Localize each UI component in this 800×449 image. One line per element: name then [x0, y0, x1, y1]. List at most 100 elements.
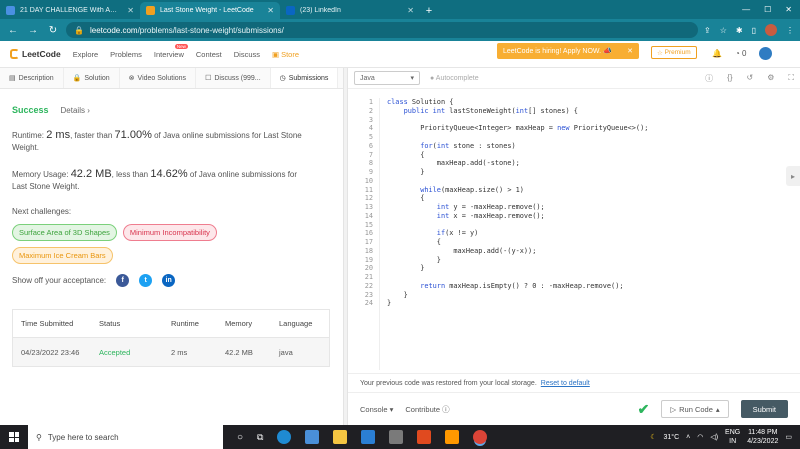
edge-icon[interactable] [277, 430, 292, 444]
tab-solution[interactable]: 🔒 Solution [64, 68, 120, 88]
code-line[interactable] [387, 116, 648, 125]
autocomplete-toggle[interactable]: ● Autocomplete [430, 75, 479, 82]
challenge-chip[interactable]: Maximum Ice Cream Bars [12, 247, 113, 264]
reset-icon[interactable]: ↺ [747, 73, 754, 84]
tab-close-icon[interactable]: ✕ [127, 6, 134, 15]
code-line[interactable]: for(int stone : stones) [387, 142, 648, 151]
code-line[interactable]: } [387, 168, 648, 177]
language-select[interactable]: Java ▾ [354, 71, 420, 85]
challenge-chip[interactable]: Surface Area of 3D Shapes [12, 224, 117, 241]
nav-contest[interactable]: Contest [196, 50, 222, 59]
tab-discuss[interactable]: ☐ Discuss (999... [196, 68, 271, 88]
nav-discuss[interactable]: Discuss [234, 50, 260, 59]
submit-button[interactable]: Submit [740, 400, 788, 418]
tab-description[interactable]: ▤ Description [0, 68, 64, 88]
office-icon[interactable] [417, 430, 432, 444]
code-line[interactable]: } [387, 256, 648, 265]
tab-video-solutions[interactable]: ⊗ Video Solutions [120, 68, 197, 88]
code-line[interactable] [387, 273, 648, 282]
challenge-chip[interactable]: Minimum Incompatibility [122, 224, 217, 241]
code-line[interactable]: { [387, 238, 648, 247]
streak-icon[interactable]: ◔ 0 [735, 49, 747, 58]
code-line[interactable]: PriorityQueue<Integer> maxHeap = new Pri… [387, 124, 648, 133]
maximize-icon[interactable]: ☐ [764, 5, 771, 14]
tab-submissions[interactable]: ◷ Submissions [270, 68, 339, 88]
start-button[interactable] [0, 425, 28, 449]
side-panel-toggle[interactable]: ▸ [786, 166, 800, 186]
share-icon[interactable]: ⇪ [704, 26, 711, 35]
braces-icon[interactable]: {} [727, 73, 732, 84]
lang-indicator[interactable]: ENG IN [725, 428, 740, 446]
tray-chevron-icon[interactable]: ˄ [686, 434, 690, 441]
code-line[interactable]: } [387, 291, 648, 300]
browser-tab[interactable]: (23) LinkedIn ✕ [280, 2, 420, 19]
nav-explore[interactable]: Explore [73, 50, 98, 59]
leetcode-logo[interactable]: LeetCode [10, 49, 61, 59]
back-icon[interactable]: ← [6, 25, 20, 36]
code-line[interactable]: if(x != y) [387, 229, 648, 238]
weather-temp[interactable]: 31°C [663, 434, 679, 441]
store-app-icon[interactable] [305, 430, 320, 444]
notification-icon[interactable]: ▭ [785, 433, 792, 441]
code-line[interactable]: } [387, 264, 648, 273]
reload-icon[interactable]: ↻ [46, 25, 60, 36]
profile-avatar[interactable] [765, 24, 777, 36]
volume-icon[interactable]: ◁) [710, 433, 718, 441]
code-line[interactable]: } [387, 299, 648, 308]
facebook-icon[interactable]: f [116, 274, 130, 287]
code-line[interactable]: public int lastStoneWeight(int[] stones)… [387, 107, 648, 116]
console-button[interactable]: Console ▾ [360, 405, 393, 414]
browser-tab[interactable]: 21 DAY CHALLENGE With Aman ✕ [0, 2, 140, 19]
code-line[interactable]: { [387, 151, 648, 160]
code-line[interactable]: maxHeap.add(-stone); [387, 159, 648, 168]
clock[interactable]: 11:48 PM 4/23/2022 [747, 428, 778, 446]
table-row[interactable]: 04/23/2022 23:46 Accepted 2 ms 42.2 MB j… [13, 338, 329, 366]
linkedin-icon[interactable]: in [162, 274, 176, 287]
user-avatar[interactable] [759, 47, 773, 60]
taskbar-search[interactable]: ⚲ Type here to search [28, 425, 223, 449]
close-window-icon[interactable]: ✕ [785, 5, 792, 14]
tab-close-icon[interactable]: ✕ [267, 6, 274, 15]
nav-problems[interactable]: Problems [110, 50, 142, 59]
hiring-banner[interactable]: LeetCode is hiring! Apply NOW. 📣 ✕ [497, 43, 639, 59]
code-line[interactable] [387, 221, 648, 230]
file-explorer-icon[interactable] [333, 430, 348, 444]
browser-tab[interactable]: Last Stone Weight - LeetCode ✕ [140, 2, 280, 19]
code-line[interactable]: while(maxHeap.size() > 1) [387, 186, 648, 195]
forward-icon[interactable]: → [26, 25, 40, 36]
chrome-icon[interactable] [473, 430, 488, 444]
task-view-icon[interactable]: ⧉ [257, 432, 263, 443]
contribute-button[interactable]: Contribute ⓘ [405, 404, 449, 415]
code-line[interactable]: { [387, 194, 648, 203]
code-line[interactable]: int y = -maxHeap.remove(); [387, 203, 648, 212]
code-line[interactable]: int x = -maxHeap.remove(); [387, 212, 648, 221]
sublime-icon[interactable] [445, 430, 460, 444]
nav-store[interactable]: ▣ Store [272, 50, 299, 59]
code-line[interactable]: return maxHeap.isEmpty() ? 0 : -maxHeap.… [387, 282, 648, 291]
network-icon[interactable]: ◠ [697, 433, 703, 441]
url-field[interactable]: 🔒 leetcode.com/problems/last-stone-weigh… [66, 22, 699, 38]
details-link[interactable]: Details › [61, 106, 90, 115]
cortana-icon[interactable]: ○ [237, 432, 243, 443]
settings-icon[interactable]: ⚙ [767, 73, 774, 84]
code-editor[interactable]: 1 2 3 4 5 6 7 8 9 10 11 12 13 14 15 16 17 18 19 20 21 22 23 24 … [348, 92, 800, 370]
sidepanel-icon[interactable]: ▯ [752, 26, 756, 35]
extension-icon[interactable]: ✱ [736, 26, 743, 35]
camera-icon[interactable] [389, 430, 404, 444]
cell-status[interactable]: Accepted [99, 348, 171, 357]
code-lines[interactable]: class Solution { public int lastStoneWei… [387, 98, 648, 308]
fullscreen-icon[interactable]: ⛶ [788, 73, 794, 84]
code-line[interactable] [387, 177, 648, 186]
reset-default-link[interactable]: Reset to default [541, 380, 590, 387]
tab-close-icon[interactable]: ✕ [407, 6, 414, 15]
twitter-icon[interactable]: t [139, 274, 153, 287]
minimize-icon[interactable]: — [742, 5, 750, 14]
info-icon[interactable]: ⓘ [705, 73, 713, 84]
new-tab-button[interactable]: + [420, 2, 438, 19]
mail-icon[interactable] [361, 430, 376, 444]
close-banner-icon[interactable]: ✕ [627, 47, 633, 55]
code-line[interactable] [387, 133, 648, 142]
bell-icon[interactable]: 🔔 [712, 49, 722, 58]
code-line[interactable]: maxHeap.add(-(y-x)); [387, 247, 648, 256]
code-line[interactable]: class Solution { [387, 98, 648, 107]
